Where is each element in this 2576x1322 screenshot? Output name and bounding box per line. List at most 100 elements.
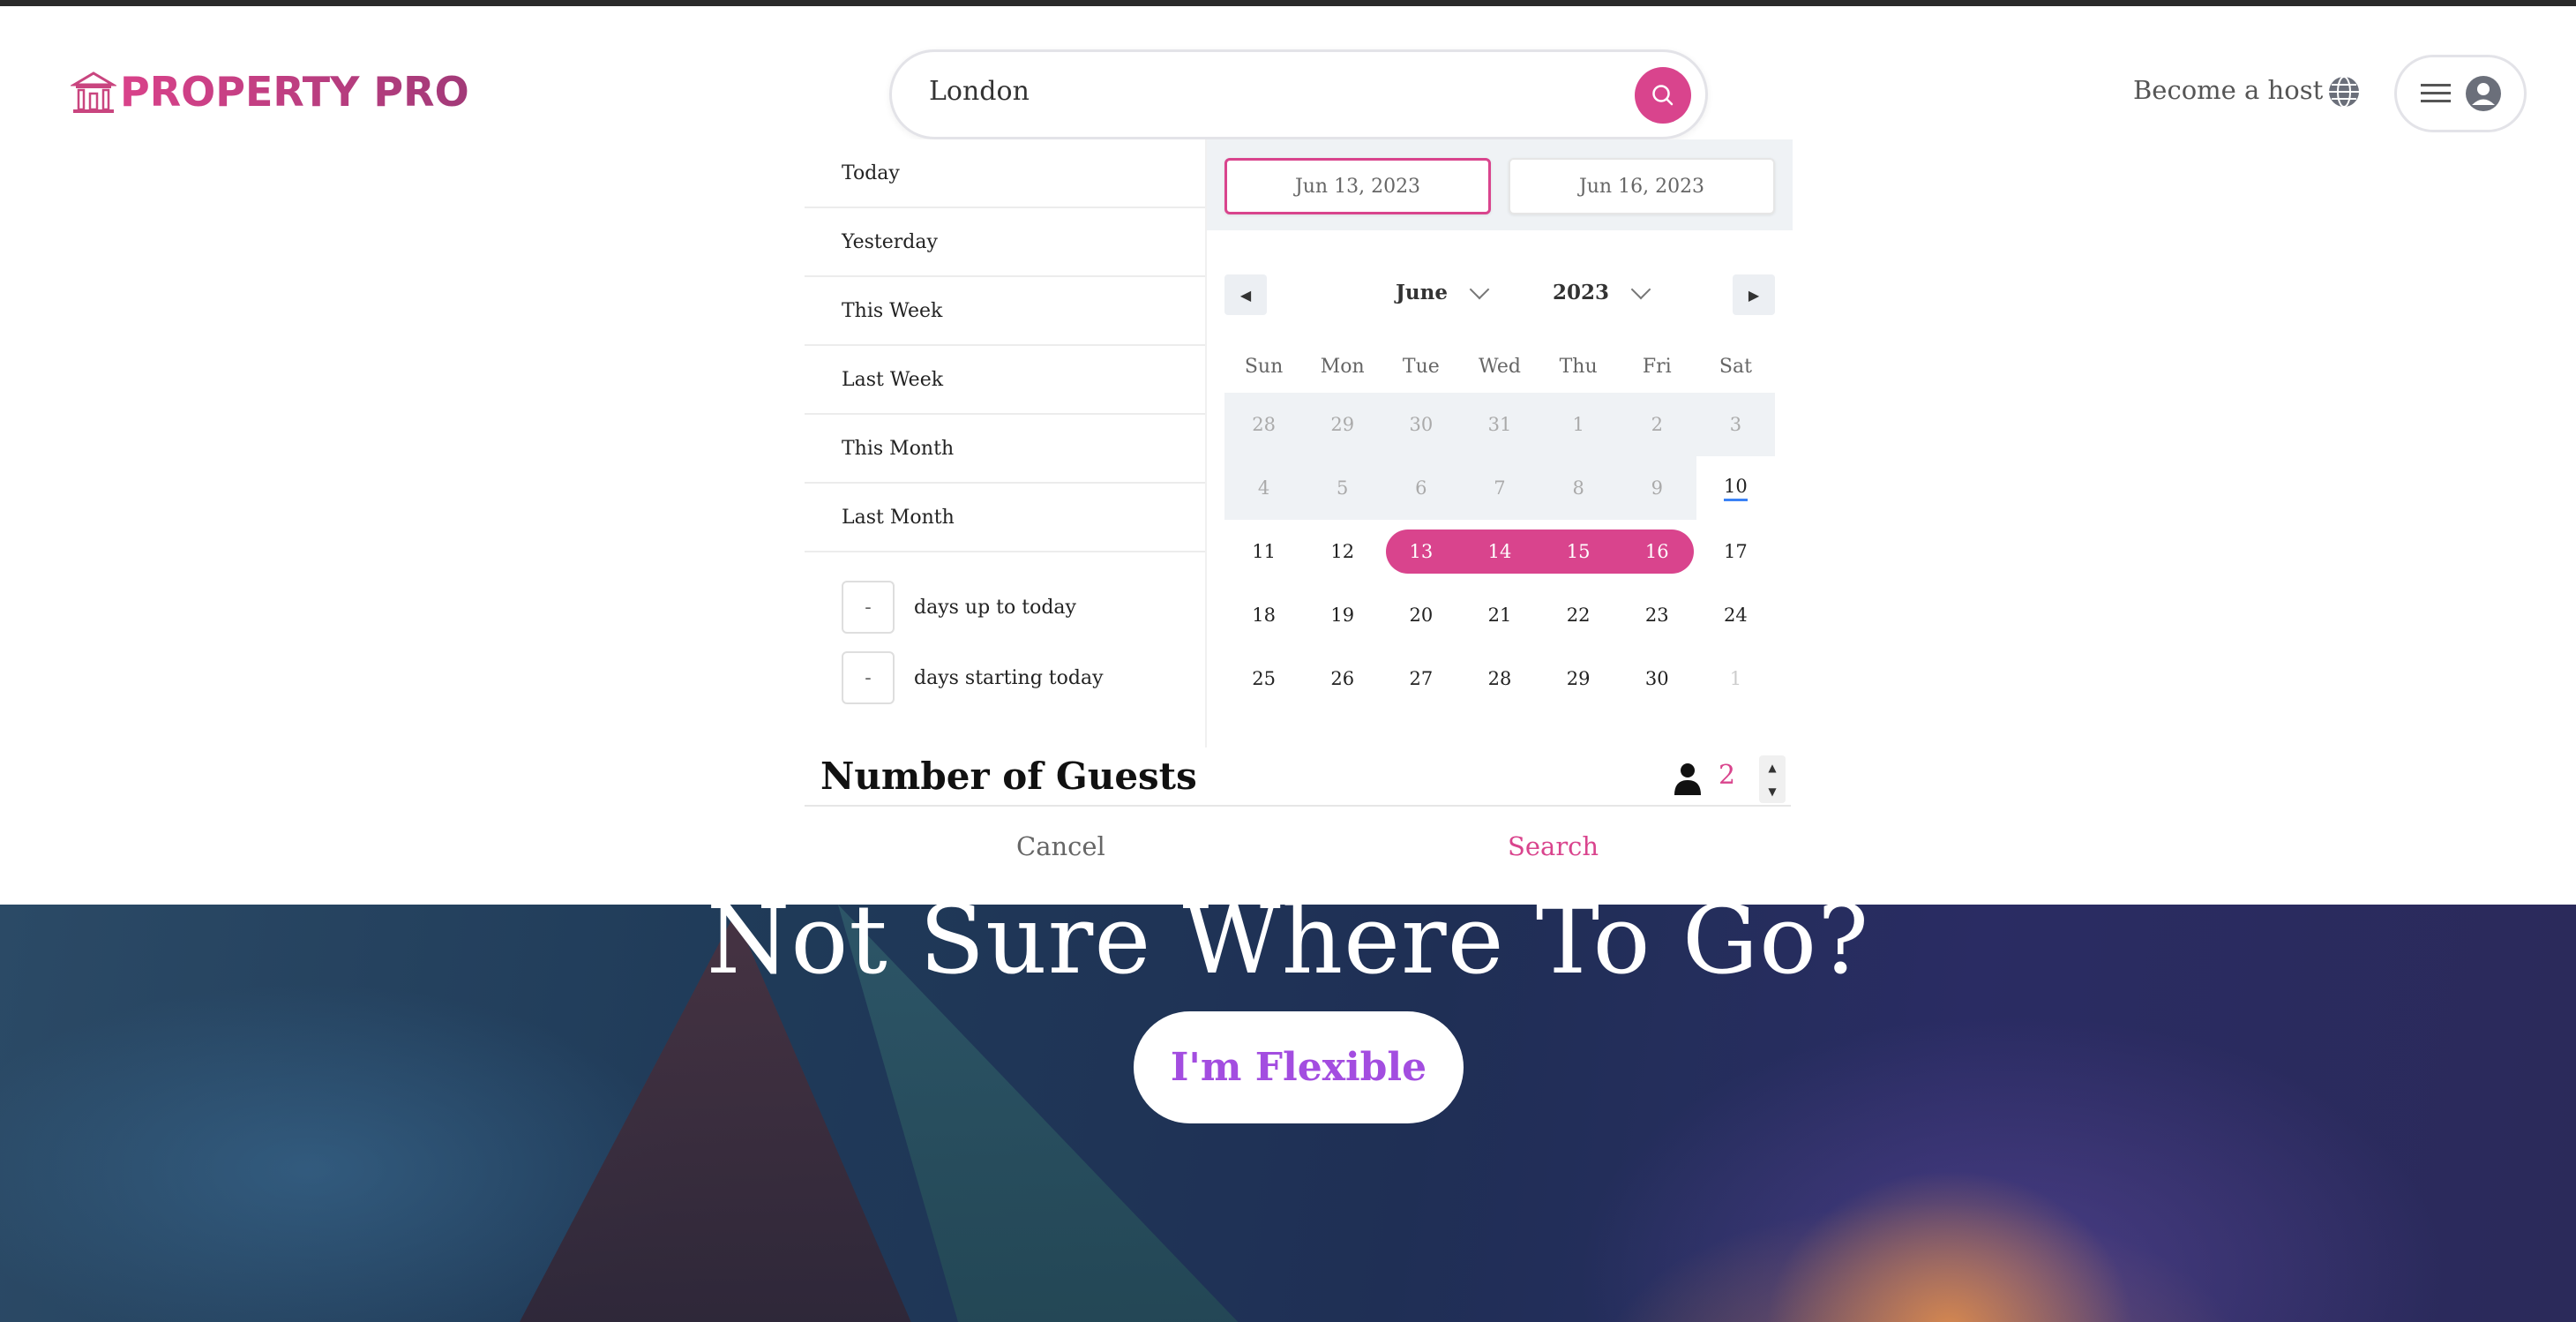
calendar-day[interactable]: 18 bbox=[1224, 583, 1303, 647]
guests-title: Number of Guests bbox=[820, 755, 1197, 798]
preset-last-month[interactable]: Last Month bbox=[805, 484, 1205, 552]
header-dropdown-area: PROPERTY PRO London Become a host Today … bbox=[0, 6, 2576, 905]
guest-count-value[interactable]: 2 bbox=[1719, 760, 1735, 791]
calendar-day[interactable]: 26 bbox=[1303, 647, 1382, 710]
calendar-day-range-start[interactable]: 13 bbox=[1382, 520, 1460, 583]
calendar-day[interactable]: 1 bbox=[1696, 647, 1775, 710]
calendar-day-in-range[interactable]: 15 bbox=[1539, 520, 1618, 583]
weekday-label: Thu bbox=[1559, 356, 1598, 378]
preset-today[interactable]: Today bbox=[805, 139, 1205, 208]
month-select[interactable]: June bbox=[1396, 279, 1490, 304]
caret-right-icon: ▶ bbox=[1748, 286, 1760, 304]
user-menu-button[interactable] bbox=[2394, 55, 2527, 132]
calendar: Jun 13, 2023 Jun 16, 2023 ◀ June 2023 ▶ … bbox=[1205, 139, 1793, 748]
brand-logo[interactable]: PROPERTY PRO bbox=[71, 68, 469, 116]
calendar-day[interactable]: 7 bbox=[1460, 456, 1539, 520]
decrement-arrow-icon[interactable]: ▼ bbox=[1768, 785, 1776, 798]
preset-this-month[interactable]: This Month bbox=[805, 415, 1205, 484]
calendar-day[interactable]: 25 bbox=[1224, 647, 1303, 710]
start-date-input[interactable]: Jun 13, 2023 bbox=[1224, 158, 1491, 214]
search-submit-button[interactable] bbox=[1635, 67, 1691, 124]
preset-ranges-list: Today Yesterday This Week Last Week This… bbox=[805, 139, 1205, 748]
year-select[interactable]: 2023 bbox=[1553, 279, 1651, 304]
become-a-host-link[interactable]: Become a host bbox=[2133, 75, 2323, 105]
year-select-value: 2023 bbox=[1553, 281, 1610, 304]
calendar-day[interactable]: 31 bbox=[1460, 393, 1539, 456]
calendar-day[interactable]: 27 bbox=[1382, 647, 1460, 710]
globe-icon[interactable] bbox=[2325, 73, 2363, 110]
location-search-bar[interactable]: London bbox=[889, 49, 1708, 139]
weekday-label: Sat bbox=[1719, 356, 1752, 378]
calendar-day[interactable]: 29 bbox=[1539, 647, 1618, 710]
calendar-day[interactable]: 12 bbox=[1303, 520, 1382, 583]
days-starting-today-row: - days starting today bbox=[842, 651, 1104, 704]
days-up-to-today-input[interactable]: - bbox=[842, 581, 895, 634]
cancel-button[interactable]: Cancel bbox=[1016, 831, 1105, 861]
calendar-day-today[interactable]: 10 bbox=[1696, 456, 1775, 520]
calendar-day[interactable]: 8 bbox=[1539, 456, 1618, 520]
weekday-label: Mon bbox=[1320, 356, 1365, 378]
calendar-day[interactable]: 17 bbox=[1696, 520, 1775, 583]
calendar-day[interactable]: 19 bbox=[1303, 583, 1382, 647]
next-month-button[interactable]: ▶ bbox=[1733, 274, 1775, 315]
calendar-day[interactable]: 28 bbox=[1460, 647, 1539, 710]
month-select-value: June bbox=[1396, 281, 1448, 304]
days-starting-today-input[interactable]: - bbox=[842, 651, 895, 704]
calendar-day[interactable]: 30 bbox=[1618, 647, 1696, 710]
weekday-header: Sun Mon Tue Wed Thu Fri Sat bbox=[1224, 356, 1775, 378]
calendar-week: 11 12 13 14 15 16 17 bbox=[1224, 520, 1775, 583]
calendar-day[interactable]: 3 bbox=[1696, 393, 1775, 456]
preset-yesterday[interactable]: Yesterday bbox=[805, 208, 1205, 277]
window-top-border bbox=[0, 0, 2576, 6]
preset-last-week[interactable]: Last Week bbox=[805, 346, 1205, 415]
preset-this-week[interactable]: This Week bbox=[805, 277, 1205, 346]
days-up-to-today-row: - days up to today bbox=[842, 581, 1076, 634]
calendar-day[interactable]: 1 bbox=[1539, 393, 1618, 456]
calendar-day-grid: 28 29 30 31 1 2 3 4 5 6 7 8 9 10 11 12 1… bbox=[1224, 393, 1775, 710]
calendar-day[interactable]: 11 bbox=[1224, 520, 1303, 583]
calendar-week: 4 5 6 7 8 9 10 bbox=[1224, 456, 1775, 520]
calendar-day[interactable]: 4 bbox=[1224, 456, 1304, 520]
weekday-label: Wed bbox=[1479, 356, 1521, 378]
calendar-day[interactable]: 9 bbox=[1617, 456, 1696, 520]
weekday-label: Fri bbox=[1642, 356, 1672, 378]
weekday-label: Sun bbox=[1244, 356, 1284, 378]
calendar-date-inputs: Jun 13, 2023 Jun 16, 2023 bbox=[1207, 139, 1793, 230]
days-starting-today-label: days starting today bbox=[914, 666, 1104, 689]
hero-glow bbox=[1764, 1169, 2135, 1322]
calendar-week: 18 19 20 21 22 23 24 bbox=[1224, 583, 1775, 647]
weekday-label: Tue bbox=[1402, 356, 1440, 378]
calendar-day[interactable]: 20 bbox=[1382, 583, 1460, 647]
picker-actions: Cancel Search bbox=[805, 807, 1791, 904]
calendar-day[interactable]: 28 bbox=[1224, 393, 1304, 456]
calendar-day[interactable]: 21 bbox=[1460, 583, 1539, 647]
person-icon bbox=[1674, 763, 1701, 795]
calendar-day[interactable]: 6 bbox=[1382, 456, 1461, 520]
guest-count-stepper[interactable]: ▲ ▼ bbox=[1759, 755, 1786, 803]
increment-arrow-icon[interactable]: ▲ bbox=[1768, 762, 1776, 774]
calendar-day[interactable]: 24 bbox=[1696, 583, 1775, 647]
search-button[interactable]: Search bbox=[1508, 831, 1599, 861]
calendar-day-range-end[interactable]: 16 bbox=[1618, 520, 1696, 583]
building-icon bbox=[71, 71, 116, 113]
im-flexible-button[interactable]: I'm Flexible bbox=[1134, 1011, 1464, 1123]
brand-name: PROPERTY PRO bbox=[120, 68, 469, 116]
prev-month-button[interactable]: ◀ bbox=[1224, 274, 1267, 315]
today-date-label: 10 bbox=[1724, 476, 1748, 501]
caret-left-icon: ◀ bbox=[1239, 286, 1252, 304]
calendar-day[interactable]: 23 bbox=[1618, 583, 1696, 647]
end-date-input[interactable]: Jun 16, 2023 bbox=[1509, 158, 1775, 214]
chevron-down-icon bbox=[1630, 279, 1651, 299]
search-icon bbox=[1652, 85, 1674, 106]
calendar-day-in-range[interactable]: 14 bbox=[1460, 520, 1539, 583]
calendar-day[interactable]: 30 bbox=[1382, 393, 1461, 456]
calendar-day[interactable]: 22 bbox=[1539, 583, 1618, 647]
calendar-week: 28 29 30 31 1 2 3 bbox=[1224, 393, 1775, 456]
hamburger-menu-icon bbox=[2420, 84, 2451, 102]
calendar-day[interactable]: 5 bbox=[1303, 456, 1382, 520]
calendar-day[interactable]: 2 bbox=[1617, 393, 1696, 456]
number-of-guests-row: Number of Guests 2 ▲ ▼ bbox=[805, 747, 1791, 807]
chevron-down-icon bbox=[1469, 279, 1490, 299]
calendar-day[interactable]: 29 bbox=[1303, 393, 1382, 456]
search-location-text[interactable]: London bbox=[929, 76, 1030, 107]
